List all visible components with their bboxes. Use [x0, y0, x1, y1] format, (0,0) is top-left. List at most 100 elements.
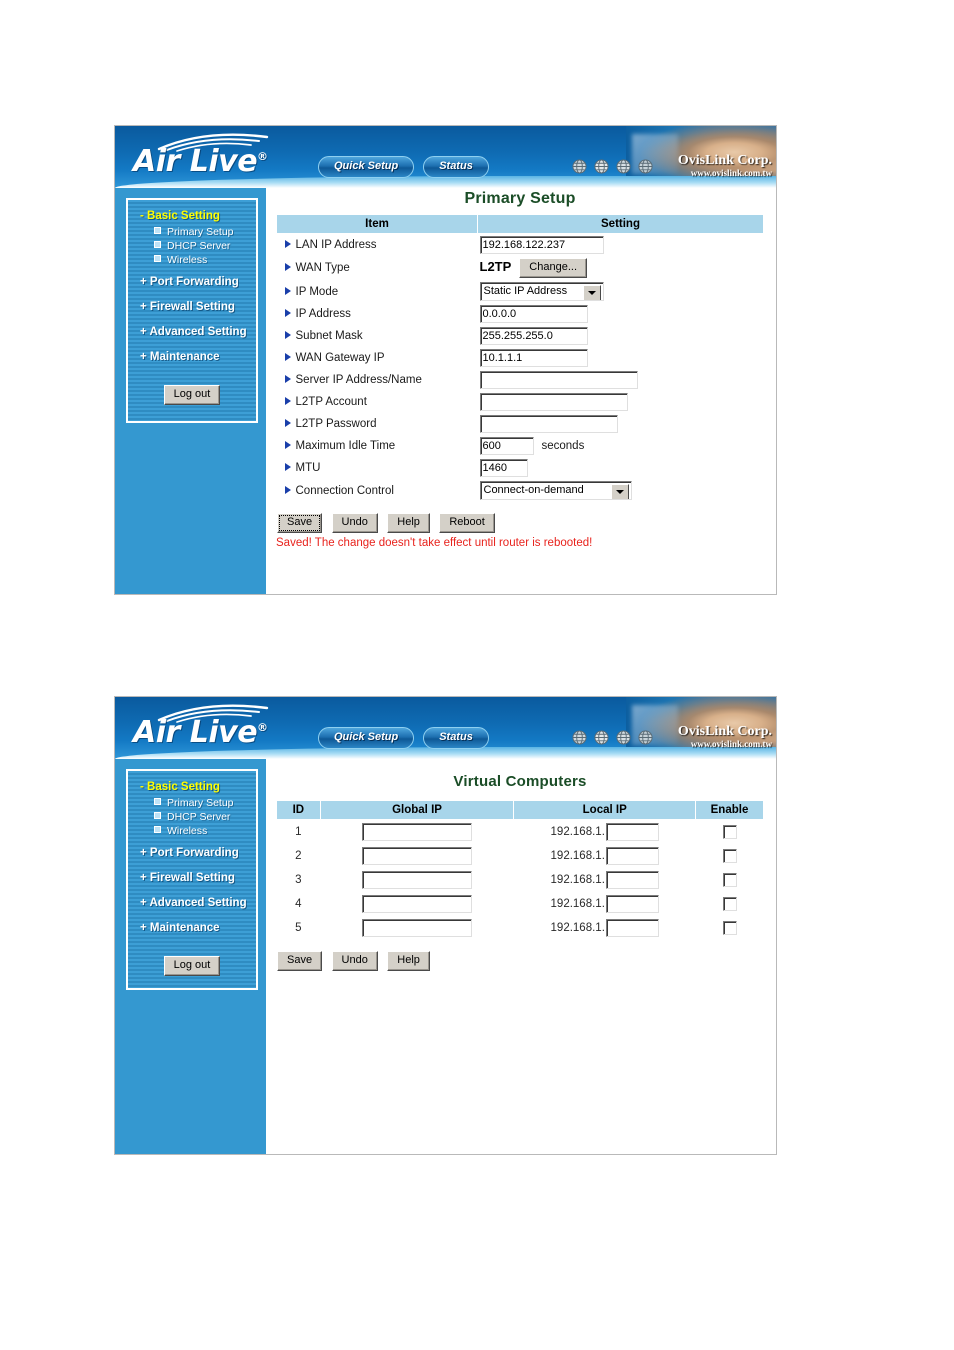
global-ip-input[interactable] [362, 919, 473, 937]
bullet-icon [154, 255, 161, 262]
sidebar-item-primary-setup[interactable]: Primary Setup [128, 796, 256, 810]
row-id: 2 [295, 850, 302, 862]
logout-button[interactable]: Log out [163, 956, 221, 976]
action-buttons: Save Undo Help Reboot [276, 512, 764, 533]
page-title: Primary Setup [464, 190, 576, 207]
table-row: Connection Control Connect-on-demand [277, 479, 764, 502]
arrow-right-icon [284, 263, 291, 271]
sidebar-group-maintenance[interactable]: + Maintenance [128, 913, 256, 938]
row-id: 4 [295, 898, 302, 910]
bullet-icon [154, 241, 161, 248]
logout-button[interactable]: Log out [163, 385, 221, 405]
corp-name: OvisLink Corp. [677, 153, 772, 168]
sidebar-item-wireless[interactable]: Wireless [128, 824, 256, 838]
local-ip-suffix-input[interactable] [605, 919, 659, 937]
arrow-right-icon [284, 397, 291, 405]
globe-icon[interactable] [594, 730, 609, 745]
arrow-right-icon [284, 419, 291, 427]
sidebar-group-basic-setting[interactable]: - Basic Setting [128, 210, 256, 225]
local-ip-suffix-input[interactable] [605, 871, 659, 889]
sidebar-group-advanced-setting[interactable]: + Advanced Setting [128, 317, 256, 342]
router-body: - Basic Setting Primary Setup DHCP Serve… [115, 188, 776, 594]
enable-checkbox[interactable] [722, 921, 737, 935]
ip-mode-selected-value: Static IP Address [483, 285, 568, 297]
arrow-right-icon [284, 240, 291, 248]
subnet-mask-input[interactable]: 255.255.255.0 [479, 327, 588, 345]
globe-icon[interactable] [638, 159, 653, 174]
mtu-input[interactable]: 1460 [479, 459, 528, 477]
change-wan-type-button[interactable]: Change... [519, 258, 587, 278]
sidebar-item-primary-setup[interactable]: Primary Setup [128, 225, 256, 239]
sidebar-group-port-forwarding[interactable]: + Port Forwarding [128, 838, 256, 863]
global-ip-input[interactable] [362, 847, 473, 865]
l2tp-password-input[interactable] [479, 415, 618, 433]
column-header-setting: Setting [477, 214, 764, 234]
table-row: IP Mode Static IP Address [277, 280, 764, 303]
table-row: L2TP Account [277, 391, 764, 413]
header-nav: Quick Setup Status [318, 727, 489, 749]
sidebar-group-firewall-setting[interactable]: + Firewall Setting [128, 863, 256, 888]
enable-checkbox[interactable] [722, 897, 737, 911]
quick-setup-button[interactable]: Quick Setup [318, 156, 415, 178]
sidebar-group-firewall-setting[interactable]: + Firewall Setting [128, 292, 256, 317]
logout-row: Log out [128, 938, 256, 976]
globe-icon[interactable] [638, 730, 653, 745]
connection-control-select[interactable]: Connect-on-demand [479, 481, 632, 500]
row-enable [696, 844, 764, 868]
status-button[interactable]: Status [423, 727, 489, 749]
corp-branding: OvisLink Corp. www.ovislink.com.tw [677, 153, 772, 178]
l2tp-account-input[interactable] [479, 393, 628, 411]
table-row: MTU 1460 [277, 457, 764, 479]
row-label-wan-type: WAN Type [277, 256, 478, 280]
undo-button[interactable]: Undo [331, 513, 378, 533]
arrow-right-icon [284, 375, 291, 383]
column-header-global-ip: Global IP [319, 800, 515, 820]
help-button[interactable]: Help [387, 951, 430, 971]
row-label-lan-ip-address: LAN IP Address [277, 234, 478, 257]
server-ip-address-name-input[interactable] [479, 371, 638, 389]
row-label-mtu: MTU [277, 457, 478, 479]
row-value: 255.255.255.0 [478, 325, 764, 347]
sidebar-group-maintenance[interactable]: + Maintenance [128, 342, 256, 367]
sidebar-group-port-forwarding[interactable]: + Port Forwarding [128, 267, 256, 292]
ip-mode-select[interactable]: Static IP Address [479, 282, 604, 301]
enable-checkbox[interactable] [722, 873, 737, 887]
globe-icon[interactable] [572, 159, 587, 174]
save-button[interactable]: Save [277, 951, 323, 971]
quick-setup-button[interactable]: Quick Setup [318, 727, 415, 749]
registered-mark: ® [257, 150, 268, 163]
maximum-idle-time-input[interactable]: 600 [479, 437, 534, 455]
sidebar-group-advanced-setting[interactable]: + Advanced Setting [128, 888, 256, 913]
globe-icon[interactable] [594, 159, 609, 174]
lan-ip-address-input[interactable]: 192.168.122.237 [479, 236, 604, 254]
status-button[interactable]: Status [423, 156, 489, 178]
chevron-down-icon [610, 484, 629, 499]
global-ip-input[interactable] [362, 895, 473, 913]
row-label-subnet-mask: Subnet Mask [277, 325, 478, 347]
column-header-item: Item [276, 214, 478, 234]
globe-icon[interactable] [616, 730, 631, 745]
sidebar-item-wireless[interactable]: Wireless [128, 253, 256, 267]
sidebar-group-basic-setting[interactable]: - Basic Setting [128, 781, 256, 796]
wan-gateway-ip-input[interactable]: 10.1.1.1 [479, 349, 588, 367]
global-ip-input[interactable] [362, 871, 473, 889]
local-ip-suffix-input[interactable] [605, 823, 659, 841]
local-ip-suffix-input[interactable] [605, 895, 659, 913]
save-button[interactable]: Save [277, 513, 323, 533]
corp-name: OvisLink Corp. [677, 724, 772, 739]
sidebar-item-dhcp-server[interactable]: DHCP Server [128, 810, 256, 824]
arrow-right-icon [284, 485, 291, 494]
reboot-button[interactable]: Reboot [439, 513, 495, 533]
enable-checkbox[interactable] [722, 849, 737, 863]
local-ip-suffix-input[interactable] [605, 847, 659, 865]
arrow-right-icon [284, 441, 291, 449]
global-ip-input[interactable] [362, 823, 473, 841]
globe-icon[interactable] [572, 730, 587, 745]
undo-button[interactable]: Undo [331, 951, 378, 971]
sidebar-item-dhcp-server[interactable]: DHCP Server [128, 239, 256, 253]
help-button[interactable]: Help [387, 513, 430, 533]
ip-address-input[interactable]: 0.0.0.0 [479, 305, 588, 323]
router-screenshot-primary-setup: Air Live® Quick Setup Status OvisLink Co… [114, 125, 777, 595]
globe-icon[interactable] [616, 159, 631, 174]
enable-checkbox[interactable] [722, 825, 737, 839]
